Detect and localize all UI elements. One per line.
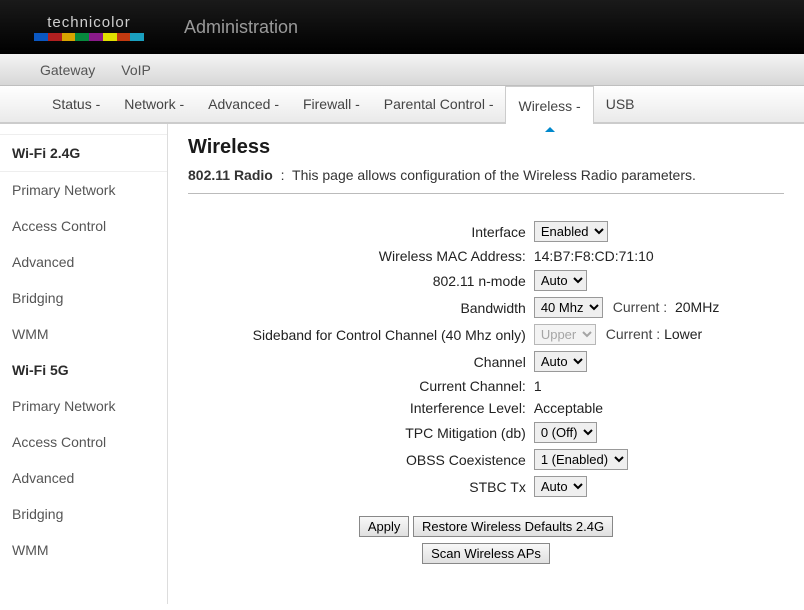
label-nmode: 802.11 n-mode: [249, 267, 530, 294]
sidebar-wifi-24g[interactable]: Wi-Fi 2.4G: [0, 134, 167, 172]
brand-logo: technicolor: [34, 14, 144, 41]
tab-status[interactable]: Status -: [40, 86, 112, 122]
select-bandwidth[interactable]: 40 Mhz: [534, 297, 603, 318]
value-interference: Acceptable: [530, 397, 724, 419]
select-tpc[interactable]: 0 (Off): [534, 422, 597, 443]
brand-color-bars: [34, 33, 144, 41]
sidebar-access-control-5[interactable]: Access Control: [0, 424, 167, 460]
sidebar-advanced-5[interactable]: Advanced: [0, 460, 167, 496]
brand-name: technicolor: [47, 14, 131, 31]
sidebar-advanced-24[interactable]: Advanced: [0, 244, 167, 280]
select-channel[interactable]: Auto: [534, 351, 587, 372]
apply-button[interactable]: Apply: [359, 516, 410, 537]
page-title: Wireless: [188, 136, 784, 159]
main-container: Wi-Fi 2.4G Primary Network Access Contro…: [0, 124, 804, 604]
sub-nav: Gateway VoIP: [0, 54, 804, 86]
select-interface[interactable]: Enabled: [534, 221, 608, 242]
tab-firewall[interactable]: Firewall -: [291, 86, 372, 122]
label-tpc: TPC Mitigation (db): [249, 419, 530, 446]
sideband-current-label: Current :: [600, 326, 660, 342]
label-stbc: STBC Tx: [249, 473, 530, 500]
select-obss[interactable]: 1 (Enabled): [534, 449, 628, 470]
sidebar-wmm-5[interactable]: WMM: [0, 532, 167, 568]
restore-defaults-button[interactable]: Restore Wireless Defaults 2.4G: [413, 516, 613, 537]
top-bar: technicolor Administration: [0, 0, 804, 54]
settings-form: Interface Enabled Wireless MAC Address: …: [249, 218, 724, 500]
label-sideband: Sideband for Control Channel (40 Mhz onl…: [249, 321, 530, 348]
tab-parental-control[interactable]: Parental Control -: [372, 86, 506, 122]
label-mac: Wireless MAC Address:: [249, 245, 530, 267]
label-interface: Interface: [249, 218, 530, 245]
select-sideband: Upper: [534, 324, 596, 345]
sidebar-access-control-24[interactable]: Access Control: [0, 208, 167, 244]
menu-bar: Status - Network - Advanced - Firewall -…: [0, 86, 804, 124]
sidebar-primary-network-5[interactable]: Primary Network: [0, 388, 167, 424]
content-pane: Wireless 802.11 Radio : This page allows…: [168, 124, 804, 604]
bandwidth-current-label: Current :: [607, 299, 667, 315]
sidebar-wifi-5g[interactable]: Wi-Fi 5G: [0, 352, 167, 388]
label-bandwidth: Bandwidth: [249, 294, 530, 321]
section-name: 802.11 Radio: [188, 167, 273, 183]
value-current-channel: 1: [530, 375, 724, 397]
bandwidth-current-value: 20MHz: [675, 299, 719, 315]
page-description-row: 802.11 Radio : This page allows configur…: [188, 167, 784, 183]
sidebar-primary-network-24[interactable]: Primary Network: [0, 172, 167, 208]
select-nmode[interactable]: Auto: [534, 270, 587, 291]
divider: [188, 193, 784, 194]
sidebar-bridging-24[interactable]: Bridging: [0, 280, 167, 316]
scan-aps-button[interactable]: Scan Wireless APs: [422, 543, 550, 564]
subnav-gateway[interactable]: Gateway: [40, 62, 95, 78]
subnav-voip[interactable]: VoIP: [121, 62, 151, 78]
sidebar: Wi-Fi 2.4G Primary Network Access Contro…: [0, 124, 168, 604]
header-title: Administration: [184, 17, 298, 38]
section-description: This page allows configuration of the Wi…: [292, 167, 696, 183]
label-obss: OBSS Coexistence: [249, 446, 530, 473]
sidebar-bridging-5[interactable]: Bridging: [0, 496, 167, 532]
sidebar-wmm-24[interactable]: WMM: [0, 316, 167, 352]
button-row-2: Scan Wireless APs: [188, 543, 784, 564]
tab-advanced[interactable]: Advanced -: [196, 86, 291, 122]
select-stbc[interactable]: Auto: [534, 476, 587, 497]
value-mac: 14:B7:F8:CD:71:10: [530, 245, 724, 267]
sideband-current-value: Lower: [664, 326, 702, 342]
tab-usb[interactable]: USB: [594, 86, 647, 122]
label-channel: Channel: [249, 348, 530, 375]
label-current-channel: Current Channel:: [249, 375, 530, 397]
tab-network[interactable]: Network -: [112, 86, 196, 122]
button-row-1: Apply Restore Wireless Defaults 2.4G: [188, 516, 784, 537]
tab-wireless[interactable]: Wireless -: [505, 86, 593, 124]
label-interference: Interference Level:: [249, 397, 530, 419]
